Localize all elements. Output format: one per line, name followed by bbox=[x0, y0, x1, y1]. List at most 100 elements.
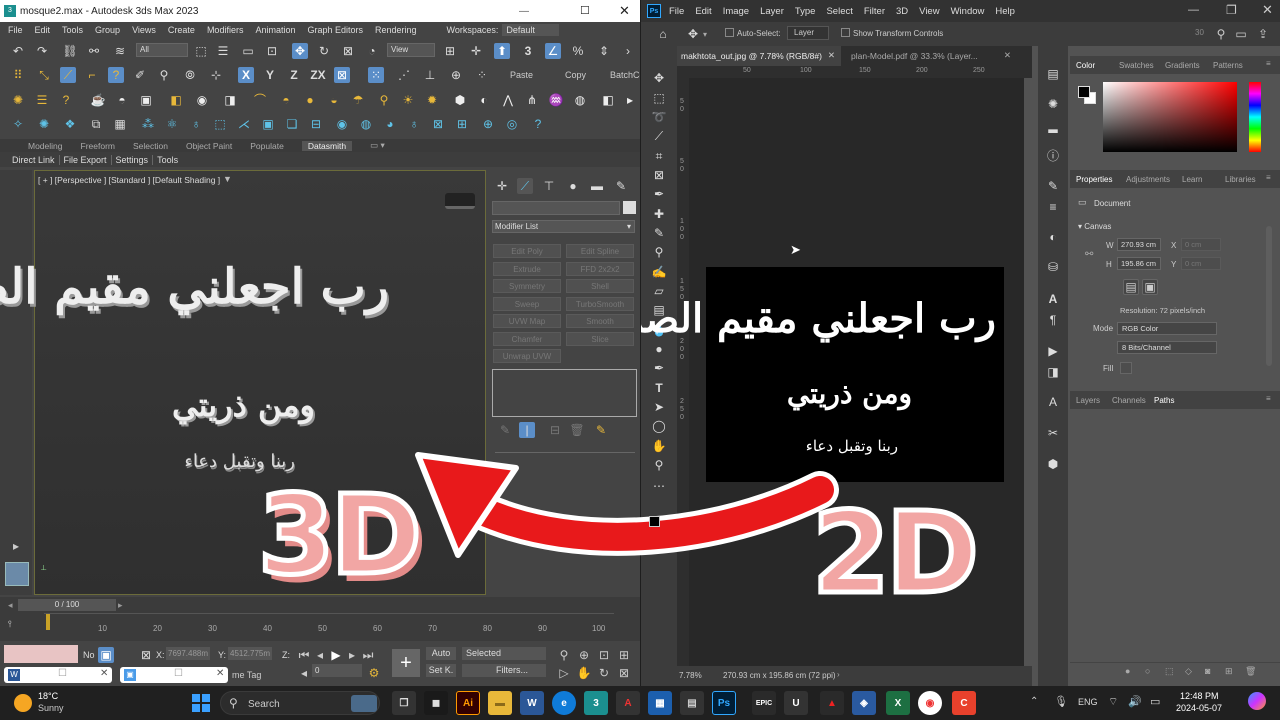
menu-edit[interactable]: Edit bbox=[35, 25, 51, 35]
language-indicator[interactable]: ENG bbox=[1078, 697, 1098, 707]
new-path-icon[interactable]: ⊞ bbox=[1225, 666, 1233, 677]
place-highlight-icon[interactable]: ⁘ bbox=[474, 67, 490, 83]
ps-document-image[interactable]: رب اجعلني مقيم الصلاة ومن ذريتي ربنا وتق… bbox=[641, 267, 1004, 482]
angle-snap-icon[interactable]: ∠ bbox=[545, 43, 561, 59]
ribbon-options-icon[interactable]: ▭ ▾ bbox=[370, 140, 385, 151]
grid-dots-icon[interactable]: ⠿ bbox=[10, 67, 26, 83]
battery-icon[interactable]: ▭ bbox=[1150, 695, 1160, 708]
zoom-level[interactable]: 7.78% bbox=[679, 671, 702, 680]
key-mode-icon[interactable]: ◂ bbox=[296, 665, 312, 681]
spot-light-icon[interactable]: ⌒ bbox=[252, 92, 268, 108]
ps-menu-filter[interactable]: Filter bbox=[864, 6, 885, 17]
material-editor-icon[interactable]: ◧ bbox=[168, 92, 184, 108]
viewport-filter-icon[interactable]: ▼ bbox=[223, 174, 232, 184]
info-icon[interactable]: ? bbox=[530, 116, 546, 132]
file-explorer-icon[interactable]: ▬ bbox=[488, 691, 512, 715]
zoom-icon[interactable]: ⚲ bbox=[556, 647, 572, 663]
ps-minimize-button[interactable]: — bbox=[1188, 4, 1199, 16]
chrome-icon[interactable]: ◉ bbox=[918, 691, 942, 715]
workspace-dropdown[interactable]: Default bbox=[502, 24, 559, 36]
selected-dropdown[interactable]: Selected bbox=[462, 647, 546, 660]
window-crossing-icon[interactable]: ⊡ bbox=[264, 43, 280, 59]
color-panel-menu-icon[interactable]: ≡ bbox=[1266, 59, 1271, 68]
key-filters-button[interactable]: Filters... bbox=[462, 664, 546, 677]
extrude-button[interactable]: Extrude bbox=[493, 262, 561, 276]
home-icon[interactable]: ⌂ bbox=[655, 26, 671, 42]
x-coord-field[interactable]: 7697.488m bbox=[166, 647, 210, 660]
render-icon[interactable]: ◉ bbox=[194, 92, 210, 108]
sphere-icon[interactable]: ● bbox=[302, 92, 318, 108]
grass-icon[interactable]: ⋔ bbox=[524, 92, 540, 108]
snap-3d-icon[interactable]: 3 bbox=[520, 43, 536, 59]
subtab-tools[interactable]: Tools bbox=[153, 155, 182, 165]
pen-tool-icon[interactable]: ✒ bbox=[651, 360, 667, 376]
gizmo-icon[interactable]: ✧ bbox=[10, 116, 26, 132]
track-bar[interactable]: 10 20 30 40 50 60 70 80 90 100 bbox=[44, 613, 614, 633]
motion-tab-icon[interactable]: ● bbox=[565, 178, 581, 194]
particle-icon[interactable]: ⁂ bbox=[140, 116, 156, 132]
snap-face-icon[interactable]: ? bbox=[108, 67, 124, 83]
modifier-stack[interactable] bbox=[492, 369, 637, 417]
set-key-button[interactable]: Set K. bbox=[426, 664, 456, 677]
clock-time[interactable]: 12:48 PM bbox=[1180, 691, 1219, 701]
transform-controls-checkbox[interactable] bbox=[841, 28, 850, 37]
move-tool-option-icon[interactable]: ✥ bbox=[685, 26, 701, 42]
curve-editor-icon[interactable]: ⫯ bbox=[8, 619, 12, 630]
link-icon[interactable]: ⛓ bbox=[62, 43, 78, 59]
tab-populate[interactable]: Populate bbox=[250, 141, 284, 151]
pin-stack-icon[interactable]: ✎ bbox=[497, 422, 513, 438]
ps-menu-view[interactable]: View bbox=[919, 6, 939, 17]
paste-label[interactable]: Paste bbox=[510, 70, 533, 80]
snap-bbox-icon[interactable]: ⚲ bbox=[156, 67, 172, 83]
snap-pivot-icon[interactable]: ✐ bbox=[132, 67, 148, 83]
utilities-tab-icon[interactable]: ✎ bbox=[613, 178, 629, 194]
popup-close-icon[interactable]: ✕ bbox=[100, 668, 108, 679]
epic-games-icon[interactable]: EPIC bbox=[752, 691, 776, 715]
menu-animation[interactable]: Animation bbox=[255, 25, 295, 35]
volume-icon[interactable]: 🔊 bbox=[1128, 695, 1142, 708]
align-icon[interactable]: ⊥ bbox=[422, 67, 438, 83]
sketchup-icon[interactable]: ◈ bbox=[852, 691, 876, 715]
weather-sun-icon[interactable] bbox=[14, 694, 32, 712]
prev-frame-icon[interactable]: ◂ bbox=[312, 647, 328, 663]
add-mask-icon[interactable]: ◙ bbox=[1205, 666, 1210, 676]
type-tool-icon[interactable]: T bbox=[651, 380, 667, 396]
render-setup-icon[interactable]: ◓ bbox=[114, 92, 130, 108]
color-fg-swatch[interactable] bbox=[1078, 86, 1090, 98]
menu-views[interactable]: Views bbox=[132, 25, 156, 35]
y-coord-field[interactable]: 4512.775m bbox=[228, 647, 272, 660]
snap-perp-icon[interactable]: ⦾ bbox=[182, 67, 198, 83]
help-icon[interactable]: ? bbox=[58, 92, 74, 108]
menu-group[interactable]: Group bbox=[95, 25, 120, 35]
sweep-button[interactable]: Sweep bbox=[493, 297, 561, 311]
clone-icon[interactable]: ❏ bbox=[284, 116, 300, 132]
ps-menu-type[interactable]: Type bbox=[795, 6, 816, 17]
eye-icon[interactable]: ◎ bbox=[504, 116, 520, 132]
doc-info[interactable]: 270.93 cm x 195.86 cm (72 ppi) bbox=[723, 671, 836, 680]
copy-label[interactable]: Copy bbox=[565, 70, 586, 80]
select-by-name-icon[interactable]: ☰ bbox=[215, 43, 231, 59]
tab-adjustments[interactable]: Adjustments bbox=[1126, 175, 1170, 184]
lasso-tool-icon[interactable]: ➰ bbox=[651, 109, 667, 125]
edit-poly-button[interactable]: Edit Poly bbox=[493, 244, 561, 258]
snap-midpoint-icon[interactable]: ⌐ bbox=[84, 67, 100, 83]
normal-align-icon[interactable]: ⊕ bbox=[448, 67, 464, 83]
load-selection-icon[interactable]: ⬚ bbox=[1165, 666, 1174, 677]
3d-panel-icon[interactable]: ⬢ bbox=[1045, 456, 1061, 472]
object-color-swatch[interactable] bbox=[623, 201, 636, 214]
tab-datasmith[interactable]: Datasmith bbox=[301, 140, 353, 151]
selection-filter-dropdown[interactable]: All bbox=[136, 43, 188, 57]
frame-buffer-icon[interactable]: ◧ bbox=[600, 92, 616, 108]
tab-paths[interactable]: Paths bbox=[1154, 396, 1174, 405]
chamfer-button[interactable]: Chamfer bbox=[493, 332, 561, 346]
viewport-layout-expand-icon[interactable]: ▸ bbox=[8, 538, 24, 554]
remove-modifier-icon[interactable]: 🗑 bbox=[569, 422, 585, 438]
quick-mask-icon[interactable]: ◘ bbox=[651, 540, 667, 556]
sun-gizmo-icon[interactable]: ✺ bbox=[36, 116, 52, 132]
select-manipulate-icon[interactable]: ✛ bbox=[468, 43, 484, 59]
brush-tool-icon[interactable]: ✎ bbox=[651, 225, 667, 241]
zoom-extents-all-icon[interactable]: ⊞ bbox=[616, 647, 632, 663]
tripod-icon[interactable]: ⋀ bbox=[500, 92, 516, 108]
x-axis-icon[interactable]: X bbox=[238, 67, 254, 83]
umbrella-icon[interactable]: ☂ bbox=[350, 92, 366, 108]
